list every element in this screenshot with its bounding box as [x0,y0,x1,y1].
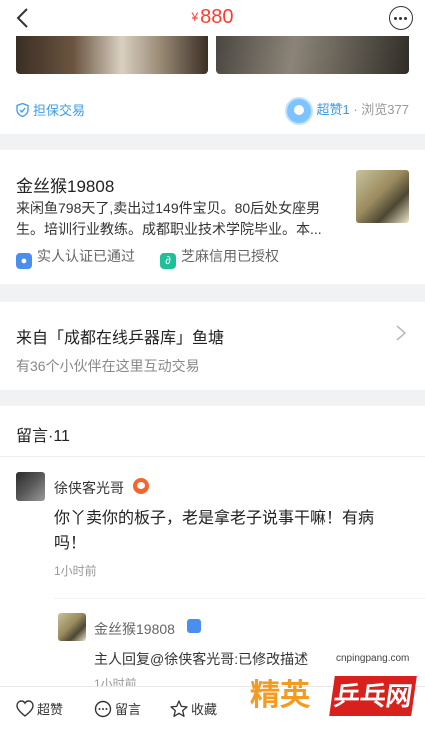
like-button[interactable]: 超赞 [16,699,63,718]
reply-time: 1小时前 [94,677,137,686]
star-icon [170,700,188,717]
watermark-left-text: 精英 [250,678,310,713]
watermark-url: cnpingpang.com [336,653,410,664]
comments-section: 留言·11 徐侠客光哥 你丫卖你的板子，老是拿老子说事干嘛！有病吗！ 1小时前 … [0,406,425,686]
guarantee-trade[interactable]: 担保交易 [16,100,85,119]
divider [0,456,425,457]
comment-text: 你丫卖你的板子，老是拿老子说事干嘛！有病吗！ [54,510,375,552]
zhima-credit-label: 芝麻信用已授权 [181,248,279,264]
shield-icon [16,103,29,117]
item-photo-2[interactable] [216,36,409,74]
id-verified-icon: ● [16,253,32,269]
seller-card[interactable]: 金丝猴19808 来闲鱼798天了,卖出过149件宝贝。80后处女座男生。培训行… [0,150,425,284]
pond-subtitle: 有36个小伙伴在这里互动交易 [16,358,200,374]
owner-badge-icon [187,619,201,633]
stats-separator: · [349,102,362,117]
seller-bio: 来闲鱼798天了,卖出过149件宝贝。80后处女座男生。培训行业教练。成都职业技… [16,200,322,237]
heart-icon [16,700,34,717]
like-label: 超赞 [37,702,64,717]
comments-title: 留言·11 [16,428,70,445]
seller-avatar[interactable] [356,170,409,223]
commenter-avatar[interactable] [16,472,45,501]
currency-symbol: ¥ [191,10,199,24]
comment-time: 1小时前 [54,564,97,578]
favorite-button[interactable]: 收藏 [170,699,217,718]
likes-views[interactable]: 超赞1 · 浏览377 [284,96,409,125]
zhima-credit-icon: ∂ [160,253,176,269]
comment-bubble-icon [94,700,112,718]
more-options-icon[interactable] [389,6,413,30]
top-nav-bar: ¥880 [0,0,425,36]
favorite-label: 收藏 [191,702,218,717]
id-verified-label: 实人认证已通过 [37,248,135,264]
id-verified-badge: ● 实人认证已通过 [16,246,135,269]
pond-title: 来自「成都在线乒器库」鱼塘 [16,330,225,347]
guarantee-label: 担保交易 [33,103,86,118]
likes-count: 超赞1 [316,102,350,117]
comment-button[interactable]: 留言 [94,699,141,718]
weibo-icon [133,478,149,494]
item-price: ¥880 [0,6,425,29]
watermark-logo: 精英 乒乓网 [250,664,420,726]
reply-avatar[interactable] [58,613,86,641]
liker-avatar [284,96,313,125]
item-photos [0,36,425,88]
price-value: 880 [200,6,234,28]
item-photo-1[interactable] [16,36,208,74]
views-count: 浏览377 [361,102,409,117]
zhima-credit-badge: ∂ 芝麻信用已授权 [160,246,279,269]
item-stats-row: 担保交易 超赞1 · 浏览377 [0,88,425,134]
comment-label: 留言 [115,702,142,717]
seller-name: 金丝猴19808 [16,177,115,196]
reply-author-name[interactable]: 金丝猴19808 [94,619,175,639]
chevron-right-icon [396,325,407,341]
commenter-name[interactable]: 徐侠客光哥 [54,478,124,498]
watermark-right-text: 乒乓网 [329,676,417,716]
fish-pond-card[interactable]: 来自「成都在线乒器库」鱼塘 有36个小伙伴在这里互动交易 [0,302,425,390]
